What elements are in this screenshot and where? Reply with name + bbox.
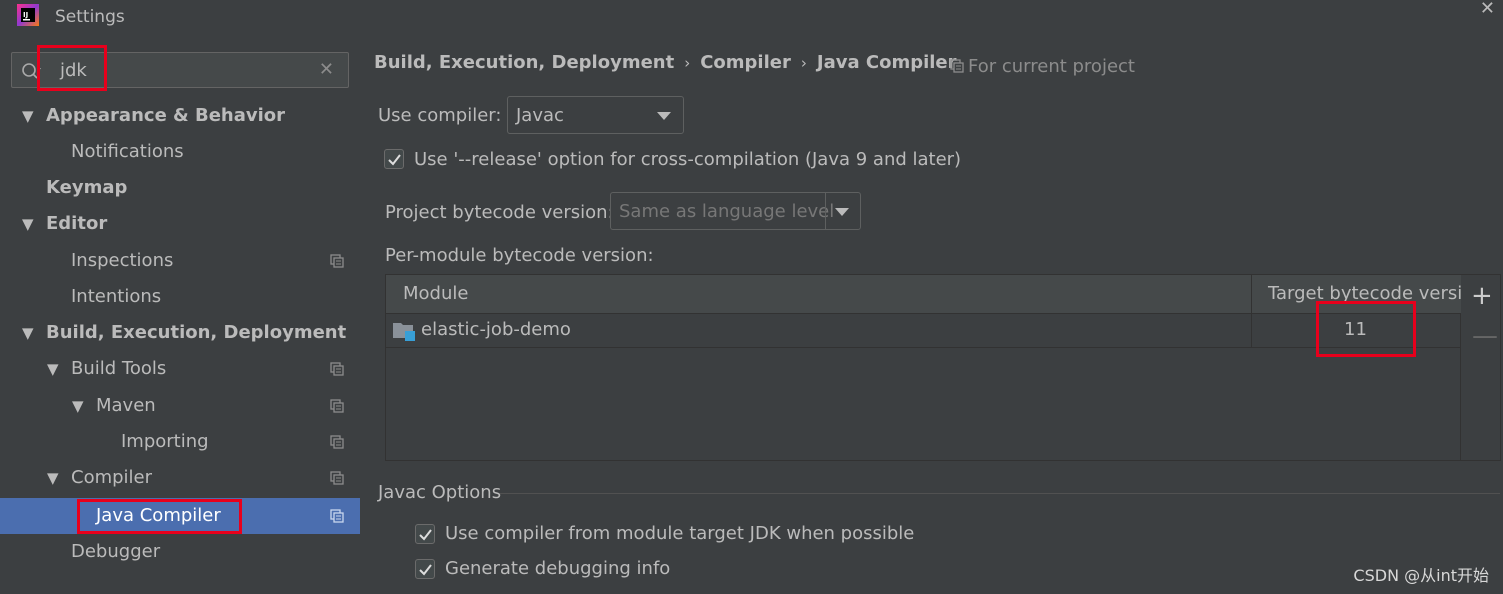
combo-separator bbox=[825, 193, 826, 229]
table-row[interactable]: elastic-job-demo 11 bbox=[386, 314, 1462, 348]
section-divider bbox=[500, 493, 1500, 494]
tree-item-keymap[interactable]: Keymap bbox=[0, 170, 360, 206]
project-settings-icon bbox=[330, 471, 344, 485]
checkmark-icon bbox=[419, 564, 432, 576]
tree-item-intentions[interactable]: Intentions bbox=[0, 279, 360, 315]
tree-item-build-tools[interactable]: ▼ Build Tools bbox=[0, 351, 360, 387]
intellij-logo-icon: IJ bbox=[17, 4, 39, 26]
settings-sidebar: jdk ✕ ▼ Appearance & Behavior Notificati… bbox=[0, 40, 360, 594]
checkmark-icon bbox=[388, 154, 401, 166]
module-name-cell[interactable]: elastic-job-demo bbox=[421, 319, 571, 340]
expand-triangle-icon[interactable]: ▼ bbox=[47, 351, 59, 387]
tree-item-editor[interactable]: ▼ Editor bbox=[0, 206, 360, 242]
expand-triangle-icon[interactable]: ▼ bbox=[22, 315, 34, 351]
debugging-info-label[interactable]: Generate debugging info bbox=[445, 558, 670, 579]
watermark: CSDN @从int开始 bbox=[1353, 566, 1489, 585]
module-bytecode-table: Module Target bytecode versi... elastic-… bbox=[385, 274, 1479, 461]
chevron-down-icon[interactable] bbox=[835, 208, 849, 216]
tree-item-compiler[interactable]: ▼ Compiler bbox=[0, 460, 360, 496]
expand-triangle-icon[interactable]: ▼ bbox=[22, 206, 34, 242]
tree-item-notifications[interactable]: Notifications bbox=[0, 134, 360, 170]
per-module-label: Per-module bytecode version: bbox=[385, 245, 654, 266]
window-title: Settings bbox=[55, 7, 125, 27]
search-field[interactable]: jdk ✕ bbox=[11, 52, 349, 88]
module-folder-icon bbox=[393, 323, 415, 341]
search-input[interactable]: jdk bbox=[60, 60, 87, 81]
column-header-module[interactable]: Module bbox=[403, 283, 468, 304]
breadcrumb-item: Java Compiler bbox=[816, 52, 957, 73]
breadcrumb-separator-icon: › bbox=[684, 54, 691, 72]
clear-search-icon[interactable]: ✕ bbox=[319, 59, 334, 80]
javac-options-title: Javac Options bbox=[378, 482, 502, 503]
breadcrumb-separator-icon: › bbox=[800, 54, 807, 72]
chevron-down-icon[interactable] bbox=[657, 112, 671, 120]
tree-item-java-compiler[interactable]: Java Compiler bbox=[0, 498, 360, 534]
project-settings-icon bbox=[330, 399, 344, 413]
search-icon[interactable] bbox=[21, 61, 41, 81]
project-settings-icon bbox=[330, 362, 344, 376]
tree-item-maven[interactable]: ▼ Maven bbox=[0, 388, 360, 424]
project-settings-icon bbox=[330, 509, 344, 523]
release-option-checkbox[interactable] bbox=[384, 149, 404, 169]
project-bytecode-value: Same as language level bbox=[619, 201, 835, 222]
table-toolbar: + — bbox=[1461, 274, 1501, 461]
add-module-button[interactable]: + bbox=[1471, 283, 1493, 309]
svg-text:IJ: IJ bbox=[23, 11, 28, 19]
scope-indicator: For current project bbox=[950, 56, 1135, 77]
title-bar: IJ Settings ✕ bbox=[0, 0, 1503, 34]
breadcrumb-item[interactable]: Build, Execution, Deployment bbox=[374, 52, 674, 73]
tree-item-build-execution-deployment[interactable]: ▼ Build, Execution, Deployment bbox=[0, 315, 360, 351]
project-settings-icon bbox=[950, 59, 964, 73]
project-bytecode-label: Project bytecode version: bbox=[385, 202, 614, 223]
debugging-info-checkbox[interactable] bbox=[415, 559, 435, 579]
project-bytecode-select[interactable]: Same as language level bbox=[610, 192, 861, 230]
settings-main-panel: Build, Execution, Deployment › Compiler › Ja… bbox=[360, 40, 1503, 594]
project-settings-icon bbox=[330, 435, 344, 449]
remove-module-button[interactable]: — bbox=[1472, 323, 1498, 349]
use-compiler-value: Javac bbox=[516, 105, 564, 126]
close-window-icon[interactable]: ✕ bbox=[1480, 0, 1495, 19]
column-header-target[interactable]: Target bytecode versi... bbox=[1268, 283, 1479, 304]
checkmark-icon bbox=[419, 529, 432, 541]
scope-label: For current project bbox=[968, 56, 1135, 77]
expand-triangle-icon[interactable]: ▼ bbox=[47, 460, 59, 496]
expand-triangle-icon[interactable]: ▼ bbox=[22, 98, 34, 134]
use-compiler-select[interactable]: Javac bbox=[507, 96, 684, 134]
target-version-cell[interactable]: 11 bbox=[1344, 319, 1367, 340]
release-option-label[interactable]: Use '--release' option for cross-compila… bbox=[414, 149, 961, 170]
module-target-jdk-checkbox[interactable] bbox=[415, 524, 435, 544]
tree-item-debugger[interactable]: Debugger bbox=[0, 534, 360, 570]
breadcrumb-item[interactable]: Compiler bbox=[700, 52, 791, 73]
project-settings-icon bbox=[330, 254, 344, 268]
table-header: Module Target bytecode versi... bbox=[386, 275, 1479, 314]
tree-item-inspections[interactable]: Inspections bbox=[0, 243, 360, 279]
expand-triangle-icon[interactable]: ▼ bbox=[72, 388, 84, 424]
tree-item-appearance-behavior[interactable]: ▼ Appearance & Behavior bbox=[0, 98, 360, 134]
breadcrumb: Build, Execution, Deployment › Compiler › Ja… bbox=[374, 52, 957, 73]
tree-item-importing[interactable]: Importing bbox=[0, 424, 360, 460]
use-compiler-label: Use compiler: bbox=[378, 105, 502, 126]
module-target-jdk-label[interactable]: Use compiler from module target JDK when… bbox=[445, 523, 914, 544]
